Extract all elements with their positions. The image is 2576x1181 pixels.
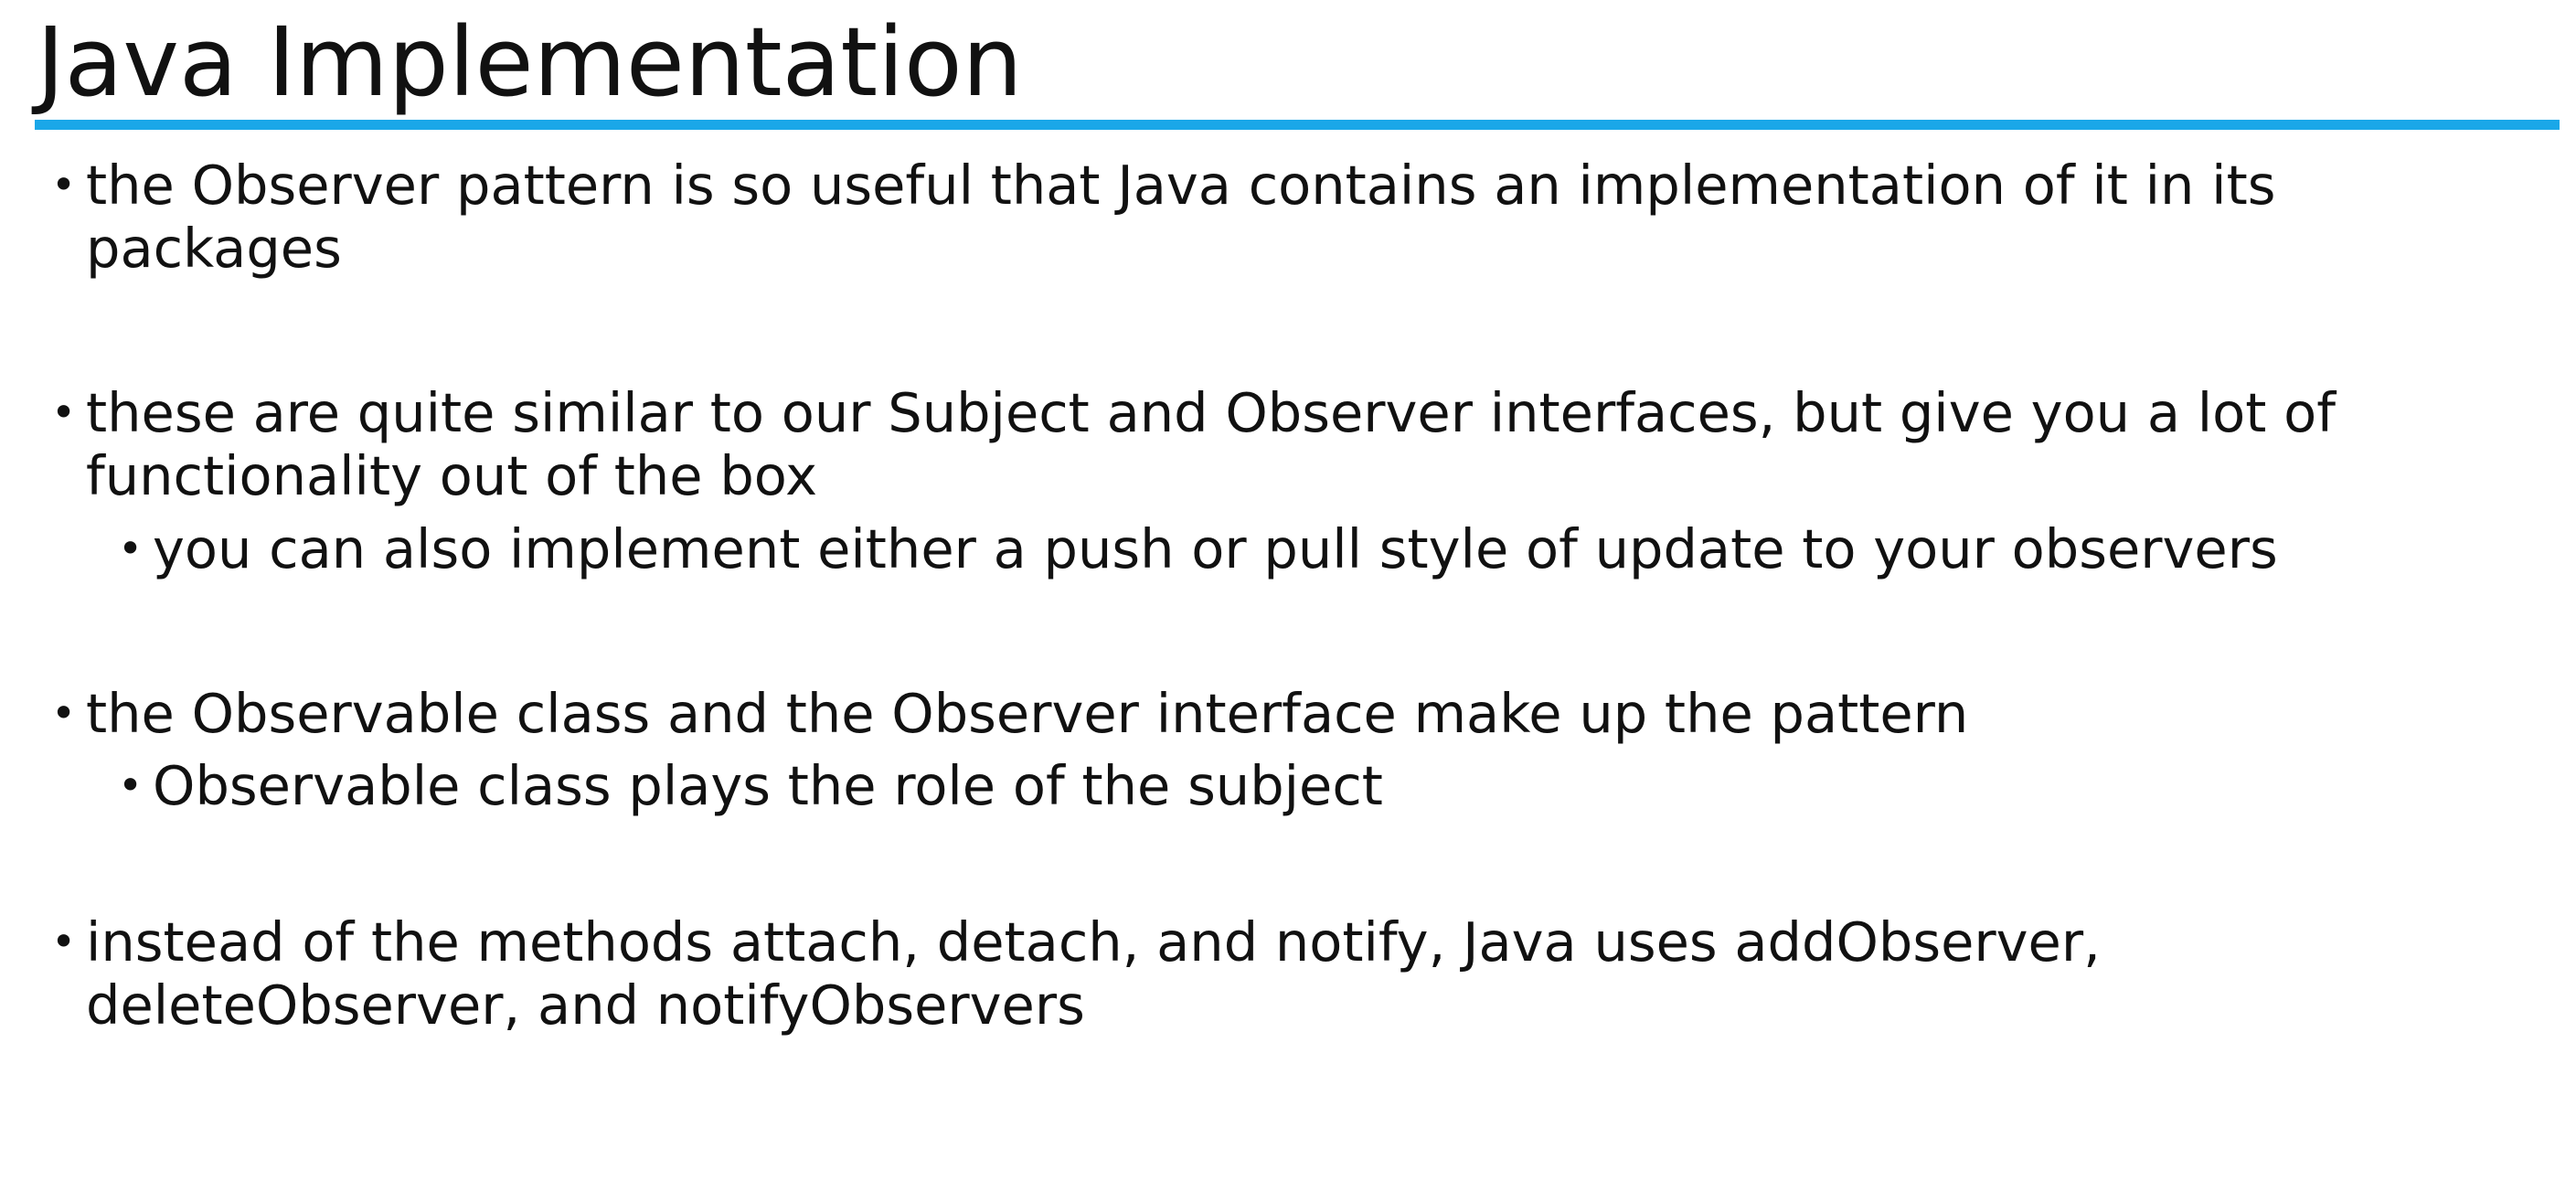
sub-bullet-icon: • — [118, 524, 144, 573]
bullet-text: the Observable class and the Observer in… — [86, 682, 1969, 745]
bullet-item-1: • the Observer pattern is so useful that… — [51, 154, 2276, 217]
bullet-text: these are quite similar to our Subject a… — [86, 381, 2336, 444]
sub-bullet-icon: • — [118, 761, 144, 810]
sub-bullet-text: Observable class plays the role of the s… — [153, 754, 1383, 817]
bullet-text: deleteObserver, and notifyObservers — [86, 974, 1085, 1037]
sub-bullet-item-2: • you can also implement either a push o… — [118, 517, 2278, 580]
bullet-text: functionality out of the box — [86, 444, 817, 507]
bullet-item-4-continuation: deleteObserver, and notifyObservers — [86, 974, 1085, 1037]
bullet-text: the Observer pattern is so useful that J… — [86, 154, 2276, 217]
bullet-icon: • — [51, 160, 77, 209]
title-underline — [35, 120, 2560, 130]
bullet-item-3: • the Observable class and the Observer … — [51, 682, 1969, 745]
bullet-item-2: • these are quite similar to our Subject… — [51, 381, 2336, 444]
slide-title: Java Implementation — [37, 6, 1023, 118]
bullet-icon: • — [51, 917, 77, 966]
slide: Java Implementation • the Observer patte… — [0, 0, 2576, 1181]
bullet-text: packages — [86, 217, 342, 280]
sub-bullet-text: you can also implement either a push or … — [153, 517, 2278, 580]
bullet-item-4: • instead of the methods attach, detach,… — [51, 910, 2101, 974]
bullet-icon: • — [51, 388, 77, 437]
bullet-item-1-continuation: packages — [86, 217, 342, 280]
bullet-item-2-continuation: functionality out of the box — [86, 444, 817, 507]
sub-bullet-item-3: • Observable class plays the role of the… — [118, 754, 1383, 817]
bullet-icon: • — [51, 688, 77, 738]
bullet-text: instead of the methods attach, detach, a… — [86, 910, 2101, 974]
